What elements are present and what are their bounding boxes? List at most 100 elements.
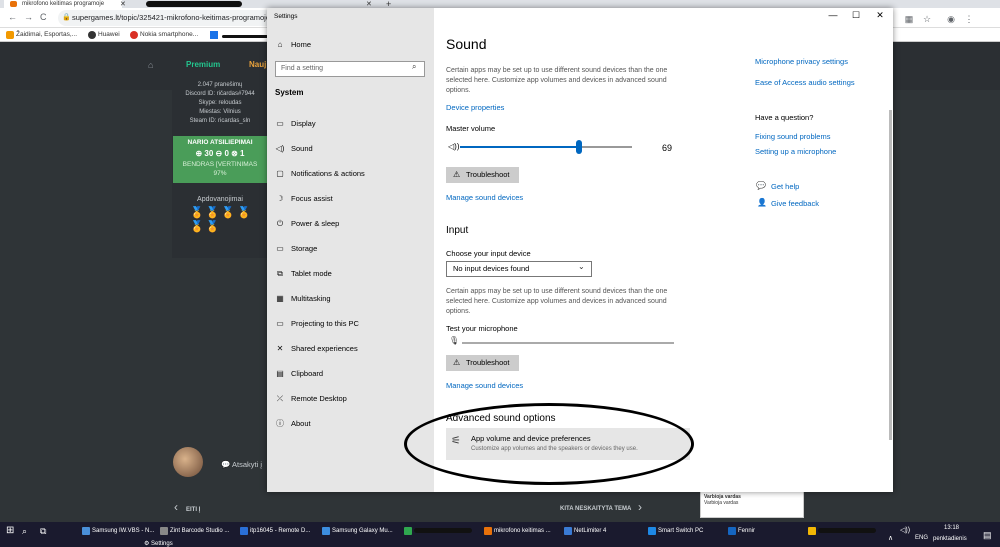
chevron-right-icon[interactable]: › (638, 500, 642, 514)
sidebar-item-remote-desktop[interactable]: ⤫ Remote Desktop (267, 386, 434, 411)
get-help-link[interactable]: Get help (771, 182, 799, 191)
tray-volume-icon[interactable]: ◁)) (900, 526, 910, 534)
minimize-button[interactable]: — (823, 10, 843, 20)
search-icon-taskbar[interactable]: ⌕ (22, 526, 27, 537)
close-button[interactable]: ✕ (870, 10, 890, 21)
taskbar-app-4[interactable]: Samsung Galaxy Mu... (322, 524, 393, 538)
nav-premium[interactable]: Premium (186, 60, 220, 69)
task-view-icon[interactable]: ⧉ (40, 526, 46, 537)
taskbar-app-10[interactable] (808, 524, 876, 538)
app-icon (808, 527, 816, 535)
bookmark-1[interactable]: Žaidimai, Esportas,... (6, 28, 77, 42)
reload-icon[interactable]: C (40, 12, 47, 22)
tab-close-icon[interactable]: ✕ (120, 0, 126, 8)
bookmark-2[interactable]: Huawei (88, 28, 120, 42)
sidebar-item-display[interactable]: ▭ Display (267, 111, 434, 136)
windows-start-icon[interactable]: ⊞ (6, 525, 14, 536)
bookmark-doc-icon[interactable] (210, 31, 218, 39)
troubleshoot-input-button[interactable]: ⚠ Troubleshoot (446, 355, 519, 371)
next-topic-link[interactable]: KITA NESKAITYTA TEMA (560, 506, 631, 512)
notification-center-icon[interactable]: ▤ (983, 530, 992, 541)
nav-new[interactable]: Nauj (249, 60, 266, 69)
sidebar-item-label: Notifications & actions (291, 169, 365, 178)
troubleshoot-button[interactable]: ⚠ Troubleshoot (446, 167, 519, 183)
back-icon[interactable]: ← (8, 12, 17, 22)
profile-skype: Skype: reloudas (198, 100, 242, 106)
lock-icon[interactable]: 🔒 (62, 13, 71, 21)
ease-of-access-audio-link[interactable]: Ease of Access audio settings (755, 78, 855, 87)
input-device-dropdown[interactable]: No input devices found (446, 261, 592, 277)
help-icon: 💬 (756, 181, 766, 190)
tray-day[interactable]: penktadienis (933, 536, 967, 542)
home-icon[interactable]: ⌂ (148, 60, 153, 70)
app-icon (648, 527, 656, 535)
volume-track[interactable] (578, 146, 632, 148)
app-icon (160, 527, 168, 535)
sidebar-item-storage[interactable]: ▭ Storage (267, 236, 434, 261)
volume-slider-thumb[interactable] (575, 140, 582, 154)
give-feedback-link[interactable]: Give feedback (771, 199, 819, 208)
ad-thumbnail[interactable]: Varbioja vardas Varbioja vardas (700, 490, 804, 518)
taskbar-app-6[interactable]: mikrofono keitimas ... (484, 524, 551, 538)
reputation-counts: ⊕ 30 ⊖ 0 ⊗ 1 (195, 149, 245, 158)
taskbar-app-2[interactable]: Zint Barcode Studio ... (160, 524, 229, 538)
taskbar-app-7[interactable]: NetLimiter 4 (564, 524, 606, 538)
taskbar-app-3[interactable]: itp16045 - Remote D... (240, 524, 310, 538)
star-icon[interactable]: ☆ (920, 12, 934, 26)
site-favicon-icon (10, 1, 17, 7)
manage-sound-devices-link-2[interactable]: Manage sound devices (446, 381, 523, 390)
content-scrollbar[interactable] (889, 110, 892, 440)
chevron-left-icon[interactable]: ‹ (174, 500, 178, 514)
setup-microphone-link[interactable]: Setting up a microphone (755, 147, 836, 156)
tray-time[interactable]: 13:18 (944, 525, 959, 531)
taskbar-app-8[interactable]: Smart Switch PC (648, 524, 703, 538)
sidebar-item-tablet-mode[interactable]: ⧉ Tablet mode (267, 261, 434, 286)
sidebar-item-multitasking[interactable]: ▦ Multitasking (267, 286, 434, 311)
forward-icon[interactable]: → (24, 12, 33, 22)
taskbar-settings-label: Settings (151, 541, 173, 547)
taskbar-app-1[interactable]: Samsung IW.VBS - N... (82, 524, 154, 538)
prev-topic-link[interactable]: EITI Į (186, 507, 200, 513)
sidebar-item-shared-experiences[interactable]: ✕ Shared experiences (267, 336, 434, 361)
chevron-down-icon[interactable]: ⌄ (578, 262, 585, 271)
microphone-privacy-link[interactable]: Microphone privacy settings (755, 57, 848, 66)
bookmark-3[interactable]: Nokia smartphone... (130, 28, 198, 42)
volume-track-filled[interactable] (460, 146, 579, 148)
taskbar-app-label: Smart Switch PC (658, 528, 704, 534)
sidebar-item-sound[interactable]: ◁) Sound (267, 136, 434, 161)
sidebar-item-clipboard[interactable]: ▤ Clipboard (267, 361, 434, 386)
microphone-level-bar (462, 342, 674, 344)
taskbar-app-label: Fennir (738, 528, 756, 534)
sidebar-item-label: Tablet mode (291, 269, 332, 278)
search-icon[interactable]: ⌕ (412, 62, 416, 72)
fixing-sound-link[interactable]: Fixing sound problems (755, 132, 830, 141)
sidebar-item-power-sleep[interactable]: ⏻ Power & sleep (267, 211, 434, 236)
tray-language[interactable]: ENG (915, 535, 928, 541)
menu-icon[interactable]: ⋮ (962, 12, 976, 26)
tab-close-icon-2[interactable]: ✕ (366, 0, 372, 8)
reply-button[interactable]: 💬 Atsakyti į (221, 460, 262, 469)
speaker-icon[interactable]: ◁)) (448, 142, 459, 151)
account-icon[interactable]: ◉ (944, 12, 958, 26)
avatar[interactable] (173, 447, 203, 477)
url-input[interactable]: supergames.lt/topic/325421-mikrofono-kei… (58, 10, 278, 26)
taskbar-app-9[interactable]: Fennir (728, 524, 755, 538)
extension-icon[interactable]: ▦ (902, 12, 916, 26)
taskbar-app-5[interactable] (404, 524, 472, 538)
sidebar-item-notifications-actions[interactable]: ▢ Notifications & actions (267, 161, 434, 186)
tray-chevron-up-icon[interactable]: ∧ (888, 534, 893, 542)
taskbar-app-label: Samsung Galaxy Mu... (332, 528, 393, 534)
device-properties-link[interactable]: Device properties (446, 103, 504, 112)
sidebar-item-focus-assist[interactable]: ☽ Focus assist (267, 186, 434, 211)
browser-tab-active[interactable]: mikrofono keitimas programoje (4, 0, 122, 8)
search-input[interactable]: Find a setting (275, 61, 425, 77)
maximize-button[interactable]: ☐ (846, 10, 866, 21)
sidebar-home[interactable]: ⌂ Home (267, 32, 434, 57)
taskbar-settings-item[interactable]: ⚙ Settings (64, 540, 173, 547)
manage-sound-devices-link[interactable]: Manage sound devices (446, 193, 523, 202)
sidebar-item-projecting-to-this-pc[interactable]: ▭ Projecting to this PC (267, 311, 434, 336)
page-title: Sound (446, 36, 487, 52)
redacted-tab[interactable] (146, 1, 242, 7)
redacted-bookmark[interactable] (222, 35, 268, 38)
app-icon (404, 527, 412, 535)
